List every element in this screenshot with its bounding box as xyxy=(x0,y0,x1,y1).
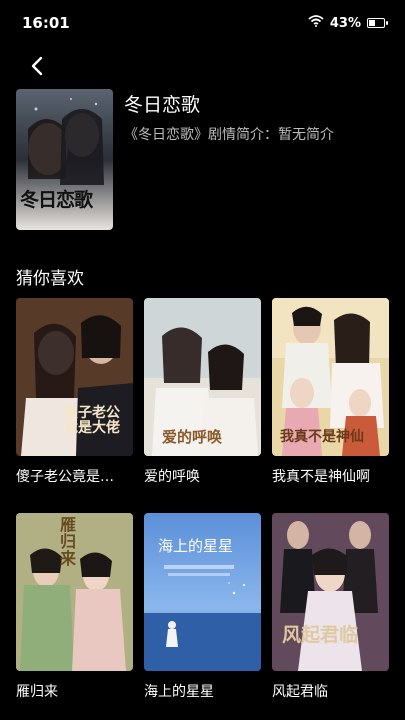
recommendation-card[interactable]: 爱的呼唤 爱的呼唤 xyxy=(144,298,261,486)
recommendation-card[interactable]: 风起君临 风起君临 xyxy=(272,513,389,701)
drama-description: 《冬日恋歌》剧情简介：暂无简介 xyxy=(124,127,334,143)
recommendation-poster-title: 爱的呼唤 xyxy=(162,428,223,446)
status-time: 16:01 xyxy=(22,14,70,32)
recommendation-poster-title: 风起君临 xyxy=(282,624,359,646)
recommendation-card[interactable]: 我真不是神仙 我真不是神仙啊 xyxy=(272,298,389,486)
recommendation-poster: 风起君临 xyxy=(272,513,389,671)
battery-icon xyxy=(367,18,388,28)
recommendation-label: 风起君临 xyxy=(272,684,328,700)
recommendation-card[interactable]: 海上的星星 海上的星星 xyxy=(144,513,261,701)
recommendation-label: 爱的呼唤 xyxy=(144,469,200,485)
recommendation-label: 我真不是神仙啊 xyxy=(272,469,370,485)
recommendation-label: 傻子老公竟是… xyxy=(16,469,114,485)
status-bar: 16:01 43% xyxy=(0,0,405,44)
recommendation-label: 海上的星星 xyxy=(144,684,214,700)
recommendation-poster-title: 傻子老公竟是大佬 xyxy=(64,405,120,437)
recommendation-poster-title: 海上的星星 xyxy=(158,537,234,555)
recommendation-poster: 傻子老公竟是大佬 xyxy=(16,298,133,456)
drama-title: 冬日恋歌 xyxy=(124,94,201,116)
status-indicators: 43% xyxy=(308,15,388,31)
recommendation-label: 雁归来 xyxy=(16,684,58,700)
recommendation-card[interactable]: 傻子老公竟是大佬 傻子老公竟是… xyxy=(16,298,133,486)
recommendation-card[interactable]: 雁归来 雁归来 xyxy=(16,513,133,701)
recommendation-poster-title: 我真不是神仙 xyxy=(280,429,364,445)
back-button[interactable] xyxy=(24,52,52,80)
battery-level xyxy=(369,20,375,26)
recommendation-poster-title: 雁归来 xyxy=(60,515,77,568)
wifi-icon xyxy=(308,15,324,31)
recommendation-poster: 雁归来 xyxy=(16,513,133,671)
section-title: 猜你喜欢 xyxy=(16,269,84,289)
recommendation-poster: 爱的呼唤 xyxy=(144,298,261,456)
recommendation-poster: 海上的星星 xyxy=(144,513,261,671)
battery-percent: 43% xyxy=(329,15,361,31)
chevron-left-icon xyxy=(31,56,43,76)
recommendation-poster: 我真不是神仙 xyxy=(272,298,389,456)
drama-poster[interactable]: 冬日恋歌 xyxy=(16,89,113,230)
drama-poster-title: 冬日恋歌 xyxy=(20,189,93,211)
